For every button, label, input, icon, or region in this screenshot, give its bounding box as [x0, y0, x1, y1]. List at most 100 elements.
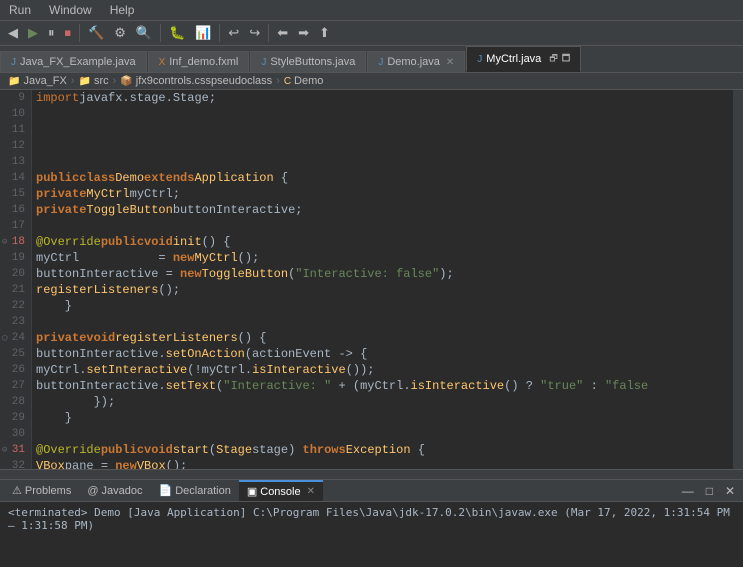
fold-icon-31[interactable]: ⊖: [2, 442, 7, 458]
line-num-10: 10: [4, 106, 25, 122]
code-editor[interactable]: import javafx.stage.Stage; public class D…: [32, 90, 733, 469]
breadcrumb-pkg[interactable]: 📦 jfx9controls.csspseudoclass: [120, 75, 272, 87]
pkg-icon: 📦: [120, 76, 132, 87]
tab-demo[interactable]: J Demo.java ✕: [367, 51, 465, 72]
breadcrumb-sep2: ›: [113, 75, 117, 87]
tab-demo-icon: J: [378, 57, 383, 68]
bottom-tab-problems[interactable]: ⚠ Problems: [4, 481, 79, 500]
line-num-14: 14: [4, 170, 25, 186]
code-line-20: buttonInteractive = new ToggleButton("In…: [36, 266, 733, 282]
bottom-tab-console[interactable]: ▣ Console ✕: [239, 480, 323, 501]
sep1: [79, 24, 80, 42]
line-num-21: 21: [4, 282, 25, 298]
maximize-bottom-btn[interactable]: □: [702, 482, 717, 500]
editor-container: 91011121314151617⊖181920212223◯242526272…: [0, 90, 743, 469]
tab-myctrl-minimize[interactable]: 🗗: [545, 51, 557, 67]
tab-style-btns[interactable]: J StyleButtons.java: [250, 51, 366, 72]
toolbar-settings-btn[interactable]: ⚙: [110, 23, 130, 43]
line-numbers: 91011121314151617⊖181920212223◯242526272…: [0, 90, 32, 469]
javadoc-icon: @: [87, 485, 98, 497]
breadcrumb-class[interactable]: C Demo: [284, 75, 324, 87]
code-line-12: [36, 138, 733, 154]
code-line-32: VBox pane = new VBox();: [36, 458, 733, 469]
toolbar-stop-btn[interactable]: ⏹: [61, 23, 76, 43]
bottom-tab-declaration[interactable]: 📄 Declaration: [151, 481, 239, 500]
tab-myctrl-maximize[interactable]: 🗖: [562, 51, 571, 67]
tab-inf-demo[interactable]: X Inf_demo.fxml: [148, 51, 250, 72]
toolbar-search-btn[interactable]: 🔍: [132, 23, 156, 43]
code-line-21: registerListeners();: [36, 282, 733, 298]
bottom-tab-console-label: Console: [260, 486, 300, 498]
code-line-9: import javafx.stage.Stage;: [36, 90, 733, 106]
code-line-25: buttonInteractive.setOnAction(actionEven…: [36, 346, 733, 362]
toolbar-undo-btn[interactable]: ↩: [224, 23, 243, 43]
toolbar-nav-fwd-btn[interactable]: ➡: [294, 23, 313, 43]
declaration-icon: 📄: [159, 484, 173, 497]
code-line-13: [36, 154, 733, 170]
toolbar: ◀ ▶ ⏸ ⏹ 🔨 ⚙ 🔍 🐛 📊 ↩ ↪ ⬅ ➡ ⬆: [0, 21, 743, 46]
tab-java-fx-label: Java_FX_Example.java: [20, 56, 136, 68]
tabs-bar: J Java_FX_Example.java X Inf_demo.fxml J…: [0, 46, 743, 73]
line-num-31: ⊖31: [4, 442, 25, 458]
bottom-tab-console-close[interactable]: ✕: [307, 486, 315, 497]
close-bottom-btn[interactable]: ✕: [721, 482, 739, 500]
tab-myctrl-label: MyCtrl.java: [486, 53, 541, 65]
line-num-13: 13: [4, 154, 25, 170]
horizontal-scrollbar[interactable]: [0, 469, 743, 479]
code-line-15: private MyCtrl myCtrl;: [36, 186, 733, 202]
breadcrumb-src[interactable]: 📁 src: [79, 75, 109, 87]
java-fx-folder-icon: 📁: [8, 76, 20, 87]
minimize-bottom-btn[interactable]: —: [678, 482, 698, 500]
menu-help[interactable]: Help: [107, 2, 138, 18]
tab-myctrl[interactable]: J MyCtrl.java 🗗 🗖: [466, 46, 581, 72]
tab-inf-demo-icon: X: [159, 57, 166, 68]
toolbar-profile-btn[interactable]: 📊: [191, 23, 215, 43]
code-line-24: private void registerListeners() {: [36, 330, 733, 346]
tab-java-fx[interactable]: J Java_FX_Example.java: [0, 51, 147, 72]
tab-java-fx-icon: J: [11, 57, 16, 68]
code-line-30: [36, 426, 733, 442]
toolbar-debug-btn[interactable]: 🐛: [165, 23, 189, 43]
line-num-12: 12: [4, 138, 25, 154]
line-num-11: 11: [4, 122, 25, 138]
code-line-31: @Override public void start(Stage stage)…: [36, 442, 733, 458]
line-num-15: 15: [4, 186, 25, 202]
toolbar-pause-btn[interactable]: ⏸: [44, 23, 59, 43]
class-icon: C: [284, 76, 291, 87]
breadcrumb-class-text: Demo: [294, 75, 323, 87]
toolbar-nav-back-btn[interactable]: ⬅: [273, 23, 292, 43]
code-line-11: [36, 122, 733, 138]
toolbar-up-btn[interactable]: ⬆: [315, 23, 334, 43]
toolbar-back-btn[interactable]: ◀: [4, 23, 22, 43]
breadcrumb-java-fx[interactable]: 📁 Java_FX: [8, 75, 67, 87]
line-num-9: 9: [4, 90, 25, 106]
menu-run[interactable]: Run: [6, 2, 34, 18]
tab-myctrl-icon: J: [477, 54, 482, 65]
toolbar-redo-btn[interactable]: ↪: [245, 23, 264, 43]
tab-style-btns-label: StyleButtons.java: [270, 56, 355, 68]
console-output: <terminated> Demo [Java Application] C:\…: [0, 502, 743, 567]
breadcrumb-sep1: ›: [71, 75, 75, 87]
line-num-25: 25: [4, 346, 25, 362]
tab-demo-close[interactable]: ✕: [446, 57, 454, 68]
tab-demo-label: Demo.java: [387, 56, 440, 68]
bottom-panel: ⚠ Problems @ Javadoc 📄 Declaration ▣ Con…: [0, 479, 743, 567]
bottom-tab-problems-label: Problems: [25, 485, 71, 497]
console-text: <terminated> Demo [Java Application] C:\…: [8, 506, 730, 532]
line-num-28: 28: [4, 394, 25, 410]
vertical-scrollbar[interactable]: [733, 90, 743, 469]
toolbar-build-btn[interactable]: 🔨: [84, 23, 108, 43]
bottom-tab-javadoc[interactable]: @ Javadoc: [79, 482, 150, 500]
line-num-26: 26: [4, 362, 25, 378]
line-num-16: 16: [4, 202, 25, 218]
fold-icon-18[interactable]: ⊖: [2, 234, 7, 250]
toolbar-run-btn[interactable]: ▶: [24, 23, 42, 43]
fold-icon-24[interactable]: ◯: [2, 330, 7, 346]
bottom-tab-javadoc-label: Javadoc: [102, 485, 143, 497]
problems-icon: ⚠: [12, 484, 22, 497]
code-line-22: }: [36, 298, 733, 314]
code-line-14: public class Demo extends Application {: [36, 170, 733, 186]
menu-window[interactable]: Window: [46, 2, 95, 18]
bottom-tab-actions: — □ ✕: [678, 482, 739, 500]
line-num-20: 20: [4, 266, 25, 282]
